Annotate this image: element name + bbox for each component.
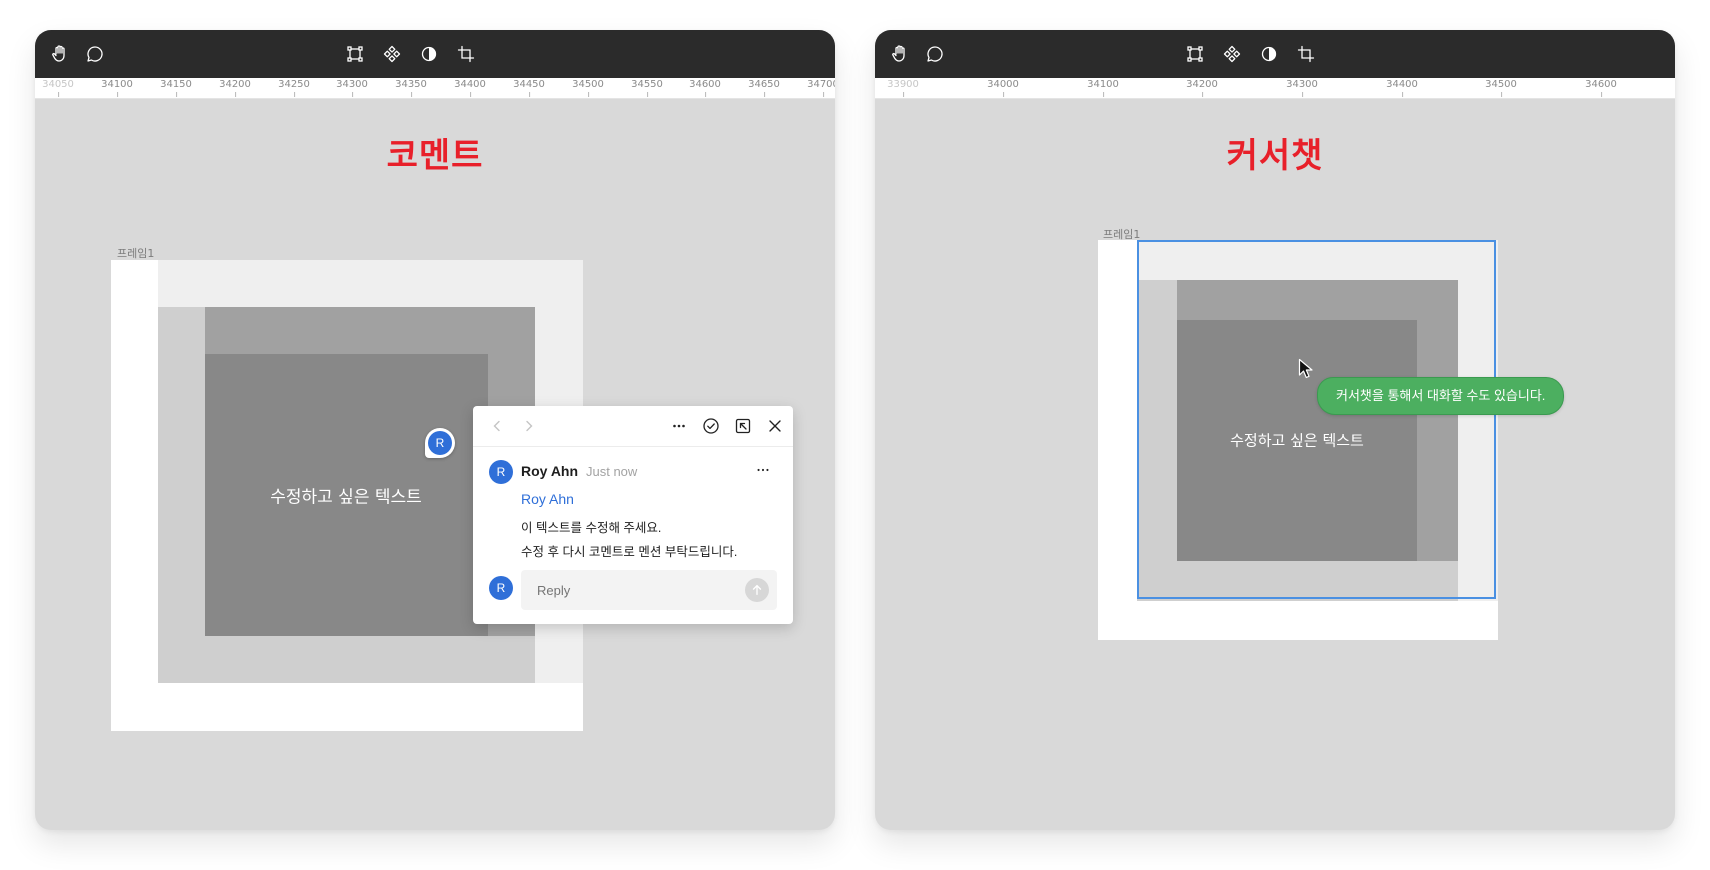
ruler-tick: 34200 (219, 79, 251, 97)
close-icon[interactable] (765, 416, 785, 436)
ruler-tick: 34650 (748, 79, 780, 97)
crop-icon[interactable] (454, 42, 478, 66)
reply-avatar: R (489, 576, 513, 600)
comment-body-line: 이 텍스트를 수정해 주세요. (521, 521, 662, 535)
comment-more-icon[interactable] (753, 462, 773, 478)
component-icon[interactable] (1220, 42, 1244, 66)
ruler-tick: 34550 (631, 79, 663, 97)
open-in-panel-icon[interactable] (733, 416, 753, 436)
editable-text[interactable]: 수정하고 싶은 텍스트 (1230, 430, 1364, 451)
ruler-tick: 34500 (572, 79, 604, 97)
ruler-tick: 34450 (513, 79, 545, 97)
ruler-tick: 34300 (336, 79, 368, 97)
panel-title: 코멘트 (386, 136, 484, 176)
comment-mention[interactable]: Roy Ahn (521, 491, 574, 507)
comment-demo-panel: 34050 34100 34150 34200 34250 34300 3435… (35, 30, 835, 830)
comment-timestamp: Just now (586, 464, 638, 479)
ruler-tick: 34150 (160, 79, 192, 97)
frame-label[interactable]: 프레임1 (117, 245, 154, 261)
toolbar (875, 30, 1675, 78)
comment-body-line: 수정 후 다시 코멘트로 멘션 부탁드립니다. (521, 545, 738, 559)
panel-title: 커서챗 (1226, 136, 1324, 176)
comment-popup: R Roy Ahn Just now Roy Ahn 이 텍스트를 수정해 주세… (473, 406, 793, 624)
ruler-tick: 34350 (395, 79, 427, 97)
reply-box (521, 570, 777, 610)
ruler-tick: 34700 (807, 79, 835, 97)
previous-comment-icon[interactable] (487, 416, 507, 436)
cursor-chat-demo-panel: 33900 34000 34100 34200 34300 34400 3450… (875, 30, 1675, 830)
comment-popup-header (473, 406, 793, 447)
ruler-tick: 34000 (987, 79, 1019, 97)
ruler-tick: 34300 (1286, 79, 1318, 97)
author-avatar: R (489, 460, 513, 484)
ruler-tick: 34050 (42, 79, 74, 97)
ruler-tick: 34600 (689, 79, 721, 97)
horizontal-ruler: 34050 34100 34150 34200 34250 34300 3435… (35, 78, 835, 99)
ruler-tick: 34200 (1186, 79, 1218, 97)
hand-icon[interactable] (48, 42, 72, 66)
ruler-tick: 34100 (101, 79, 133, 97)
toolbar (35, 30, 835, 78)
hand-icon[interactable] (888, 42, 912, 66)
resolve-check-icon[interactable] (701, 416, 721, 436)
comment-icon[interactable] (923, 42, 947, 66)
ruler-tick: 34100 (1087, 79, 1119, 97)
reply-input[interactable] (537, 581, 737, 599)
comment-icon[interactable] (83, 42, 107, 66)
comment-pin[interactable]: R (425, 428, 455, 458)
horizontal-ruler: 33900 34000 34100 34200 34300 34400 3450… (875, 78, 1675, 99)
next-comment-icon[interactable] (519, 416, 539, 436)
arrow-up-icon (752, 584, 762, 596)
contrast-icon[interactable] (1257, 42, 1281, 66)
ruler-tick: 33900 (887, 79, 919, 97)
ruler-tick: 34400 (454, 79, 486, 97)
send-reply-button[interactable] (745, 578, 769, 602)
more-options-icon[interactable] (669, 416, 689, 436)
frame-icon[interactable] (343, 42, 367, 66)
crop-icon[interactable] (1294, 42, 1318, 66)
ruler-tick: 34400 (1386, 79, 1418, 97)
cursor-chat-bubble: 커서챗을 통해서 대화할 수도 있습니다. (1317, 377, 1565, 415)
component-icon[interactable] (380, 42, 404, 66)
editable-text[interactable]: 수정하고 싶은 텍스트 (270, 483, 422, 508)
selection-outline (1137, 240, 1496, 599)
frame-icon[interactable] (1183, 42, 1207, 66)
comment-author: Roy Ahn (521, 463, 579, 479)
ruler-tick: 34500 (1485, 79, 1517, 97)
ruler-tick: 34250 (278, 79, 310, 97)
avatar: R (428, 431, 452, 455)
mouse-cursor-icon (1298, 358, 1313, 379)
ruler-tick: 34600 (1585, 79, 1617, 97)
contrast-icon[interactable] (417, 42, 441, 66)
